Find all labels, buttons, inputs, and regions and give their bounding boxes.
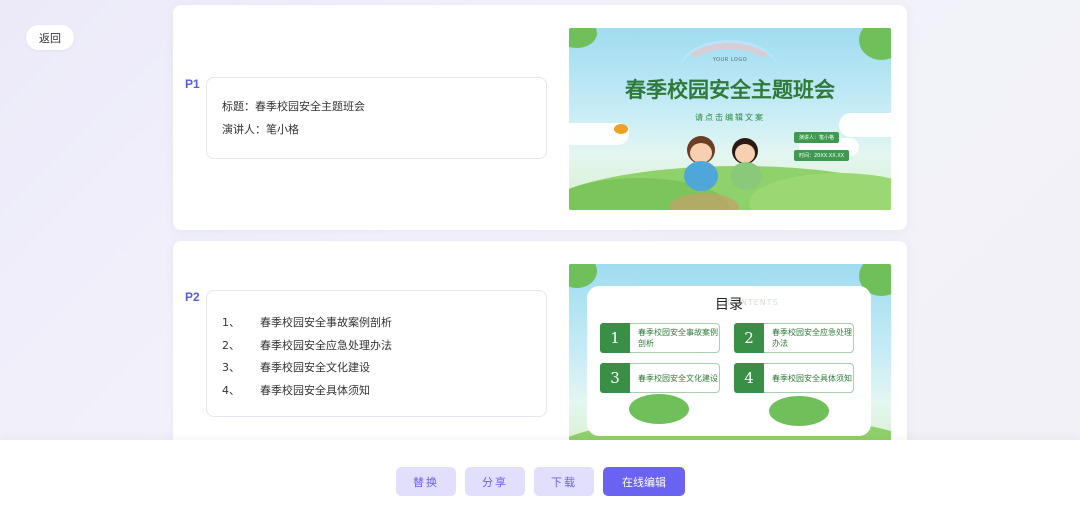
edit-online-button[interactable]: 在线编辑 bbox=[603, 467, 685, 496]
page-label: P1 bbox=[185, 77, 200, 91]
slide-title: 春季校园安全主题班会 bbox=[625, 77, 835, 102]
back-button[interactable]: 返回 bbox=[26, 25, 74, 50]
contents-heading: 目录 bbox=[715, 297, 743, 313]
page-card-p2: P2 1、 春季校园安全事故案例剖析 2、 春季校园安全应急处理办法 3、 春季校园安… bbox=[173, 241, 907, 461]
slide-thumbnail-contents[interactable]: CONTENTS 目录 1 春季校园安全事故案例剖析 2 春季校园安全应急处理办… bbox=[569, 264, 891, 461]
slide-presenter-pill: 演讲人：笔小格 bbox=[794, 132, 840, 143]
slide-subtitle: 请点击编辑文案 bbox=[695, 113, 765, 122]
contents-item: 4 春季校园安全具体须知 bbox=[734, 363, 854, 393]
share-button[interactable]: 分享 bbox=[465, 467, 525, 496]
list-item: 2、 春季校园安全应急处理办法 bbox=[222, 338, 392, 352]
replace-button[interactable]: 替换 bbox=[396, 467, 456, 496]
slide-thumbnail-cover[interactable]: YOUR LOGO 春季校园安全主题班会 请点击编辑文案 演讲人：笔小格 时间：… bbox=[569, 28, 891, 210]
slide-logo-text: YOUR LOGO bbox=[712, 57, 748, 63]
action-bar: 替换 分享 下载 在线编辑 bbox=[0, 440, 1080, 527]
page-label: P2 bbox=[185, 290, 200, 304]
page-text-box[interactable]: 标题：春季校园安全主题班会 演讲人：笔小格 bbox=[206, 77, 547, 159]
download-button[interactable]: 下载 bbox=[534, 467, 594, 496]
page-text-box[interactable]: 1、 春季校园安全事故案例剖析 2、 春季校园安全应急处理办法 3、 春季校园安全文化… bbox=[206, 290, 547, 417]
list-item: 3、 春季校园安全文化建设 bbox=[222, 361, 370, 374]
presenter-line: 演讲人：笔小格 bbox=[222, 122, 299, 136]
page-card-p1: P1 标题：春季校园安全主题班会 演讲人：笔小格 YOUR LOGO 春季校园安… bbox=[173, 5, 907, 230]
contents-item: 1 春季校园安全事故案例剖析 bbox=[600, 323, 720, 353]
contents-item: 3 春季校园安全文化建设 bbox=[600, 363, 720, 393]
list-item: 1、 春季校园安全事故案例剖析 bbox=[222, 316, 392, 329]
slide-time-pill: 时间：20XX.XX.XX bbox=[794, 150, 850, 161]
contents-item: 2 春季校园安全应急处理办法 bbox=[734, 323, 854, 353]
list-item: 4、 春季校园安全具体须知 bbox=[222, 383, 370, 397]
title-line: 标题：春季校园安全主题班会 bbox=[222, 100, 365, 113]
